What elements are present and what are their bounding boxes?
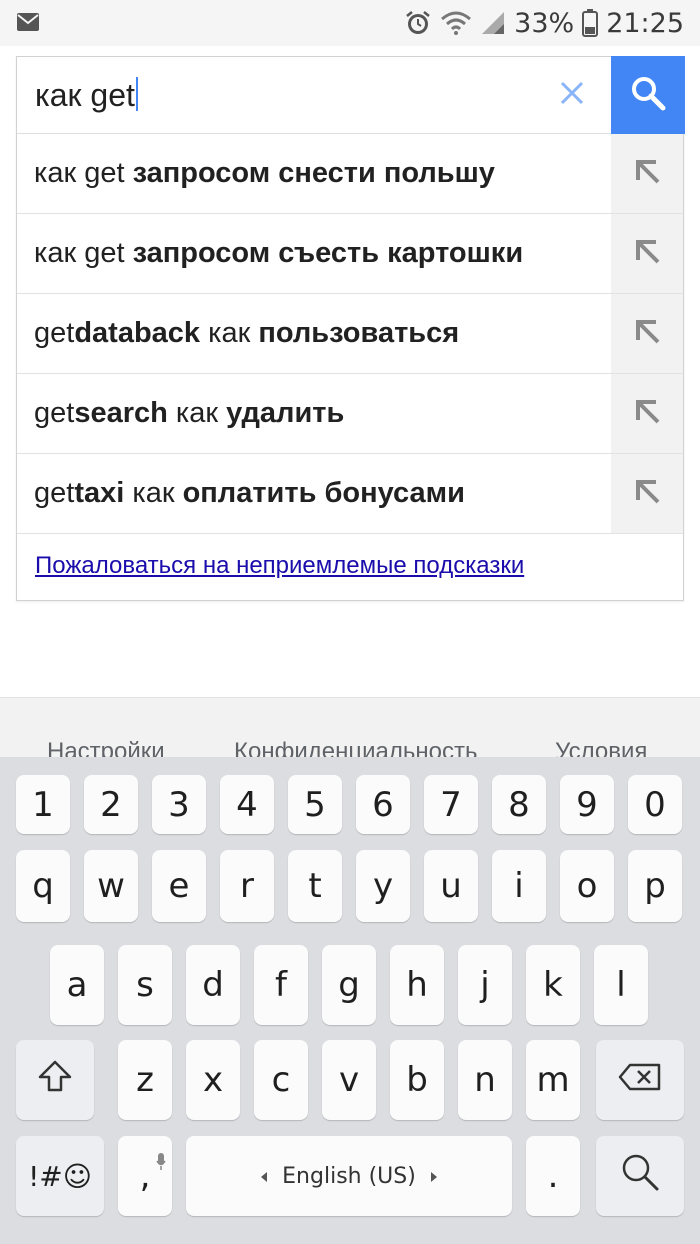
- fill-query-button[interactable]: [611, 134, 683, 213]
- backspace-key[interactable]: [596, 1040, 684, 1120]
- chevron-left-icon: [260, 1164, 268, 1189]
- suggestion-label: gettaxi как оплатить бонусами: [34, 477, 465, 509]
- key-f[interactable]: f: [254, 945, 308, 1025]
- key-r[interactable]: r: [220, 850, 274, 922]
- comma-label: ,: [139, 1156, 151, 1196]
- key-8[interactable]: 8: [492, 775, 546, 834]
- search-query-text: как get: [35, 77, 135, 113]
- key-d[interactable]: d: [186, 945, 240, 1025]
- key-u[interactable]: u: [424, 850, 478, 922]
- key-k[interactable]: k: [526, 945, 580, 1025]
- suggestion-item[interactable]: как get запросом снести польшу: [17, 134, 683, 214]
- key-9[interactable]: 9: [560, 775, 614, 834]
- key-3[interactable]: 3: [152, 775, 206, 834]
- suggestion-label: как get запросом снести польшу: [34, 157, 495, 189]
- search-input[interactable]: как get: [35, 71, 138, 119]
- arrow-up-left-icon: [632, 316, 662, 351]
- search-button[interactable]: [611, 56, 685, 134]
- key-h[interactable]: h: [390, 945, 444, 1025]
- period-key[interactable]: .: [526, 1136, 580, 1216]
- key-6[interactable]: 6: [356, 775, 410, 834]
- symbols-key[interactable]: !#☺: [16, 1136, 104, 1216]
- alarm-icon: [404, 9, 432, 37]
- key-p[interactable]: p: [628, 850, 682, 922]
- key-e[interactable]: e: [152, 850, 206, 922]
- key-z[interactable]: z: [118, 1040, 172, 1120]
- suggestion-label: как get запросом съесть картошки: [34, 237, 524, 269]
- comma-key[interactable]: ,: [118, 1136, 172, 1216]
- clear-button[interactable]: [547, 71, 597, 119]
- key-2[interactable]: 2: [84, 775, 138, 834]
- fill-query-button[interactable]: [611, 294, 683, 373]
- suggestion-item[interactable]: gettaxi как оплатить бонусами: [17, 454, 683, 534]
- key-v[interactable]: v: [322, 1040, 376, 1120]
- wifi-icon: [440, 10, 472, 36]
- clock: 21:25: [606, 7, 684, 39]
- report-suggestions-link[interactable]: Пожаловаться на неприемлемые подсказки: [35, 552, 524, 580]
- key-j[interactable]: j: [458, 945, 512, 1025]
- suggestion-item[interactable]: как get запросом съесть картошки: [17, 214, 683, 294]
- key-s[interactable]: s: [118, 945, 172, 1025]
- chevron-right-icon: [430, 1164, 438, 1189]
- key-0[interactable]: 0: [628, 775, 682, 834]
- mic-icon: [156, 1140, 166, 1180]
- status-bar: 33% 21:25: [0, 0, 700, 46]
- key-n[interactable]: n: [458, 1040, 512, 1120]
- suggestion-label: getsearch как удалить: [34, 397, 345, 429]
- key-q[interactable]: q: [16, 850, 70, 922]
- search-icon: [630, 75, 666, 116]
- key-1[interactable]: 1: [16, 775, 70, 834]
- keyboard-search-key[interactable]: [596, 1136, 684, 1216]
- key-t[interactable]: t: [288, 850, 342, 922]
- key-c[interactable]: c: [254, 1040, 308, 1120]
- space-key[interactable]: English (US): [186, 1136, 512, 1216]
- key-a[interactable]: a: [50, 945, 104, 1025]
- arrow-up-left-icon: [632, 236, 662, 271]
- key-y[interactable]: y: [356, 850, 410, 922]
- key-4[interactable]: 4: [220, 775, 274, 834]
- arrow-up-left-icon: [632, 476, 662, 511]
- key-o[interactable]: o: [560, 850, 614, 922]
- key-7[interactable]: 7: [424, 775, 478, 834]
- key-m[interactable]: m: [526, 1040, 580, 1120]
- arrow-up-left-icon: [632, 156, 662, 191]
- text-caret: [135, 77, 138, 111]
- key-l[interactable]: l: [594, 945, 648, 1025]
- backspace-icon: [618, 1060, 662, 1100]
- search-suggestion-box: как get как get запросом снести польшу к…: [16, 56, 685, 601]
- language-label: English (US): [282, 1163, 416, 1189]
- search-row: как get: [17, 56, 685, 134]
- suggestion-item[interactable]: getsearch как удалить: [17, 374, 683, 454]
- key-w[interactable]: w: [84, 850, 138, 922]
- soft-keyboard: 1 2 3 4 5 6 7 8 9 0 q w e r t y u i o p …: [0, 757, 700, 1244]
- space-key-label: English (US): [260, 1164, 438, 1189]
- arrow-up-left-icon: [632, 396, 662, 431]
- shift-icon: [37, 1059, 73, 1102]
- key-x[interactable]: x: [186, 1040, 240, 1120]
- shift-key[interactable]: [16, 1040, 94, 1120]
- fill-query-button[interactable]: [611, 374, 683, 453]
- fill-query-button[interactable]: [611, 214, 683, 293]
- suggestion-item[interactable]: getdataback как пользоваться: [17, 294, 683, 374]
- key-i[interactable]: i: [492, 850, 546, 922]
- signal-icon: [480, 10, 506, 36]
- suggestion-label: getdataback как пользоваться: [34, 317, 460, 349]
- key-b[interactable]: b: [390, 1040, 444, 1120]
- close-icon: [560, 81, 584, 110]
- fill-query-button[interactable]: [611, 454, 683, 533]
- battery-percent: 33%: [514, 7, 575, 39]
- key-g[interactable]: g: [322, 945, 376, 1025]
- search-icon: [620, 1152, 660, 1201]
- key-5[interactable]: 5: [288, 775, 342, 834]
- battery-icon: [582, 9, 599, 37]
- mail-icon: [16, 12, 40, 32]
